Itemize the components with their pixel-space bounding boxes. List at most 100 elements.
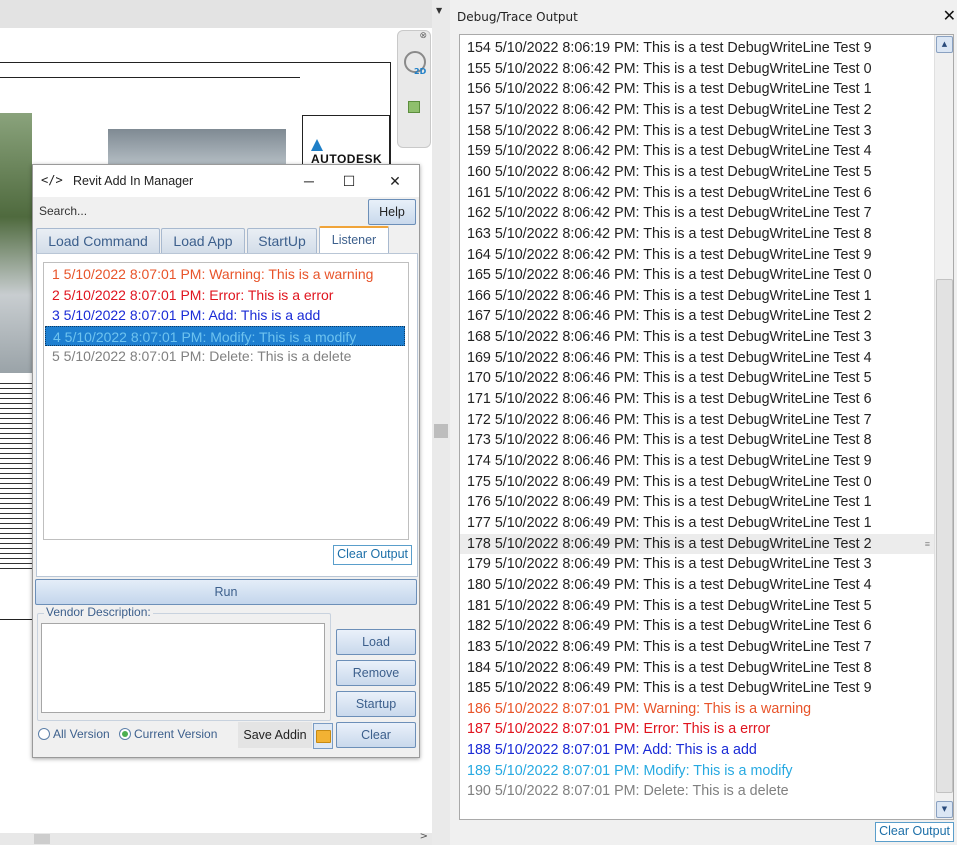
list-item[interactable]: 185 5/10/2022 8:06:49 PM: This is a test… <box>460 678 934 698</box>
list-item[interactable]: 188 5/10/2022 8:07:01 PM: Add: This is a… <box>460 740 934 760</box>
list-item[interactable]: 169 5/10/2022 8:06:46 PM: This is a test… <box>460 348 934 368</box>
help-button[interactable]: Help <box>368 199 416 225</box>
list-item[interactable]: 158 5/10/2022 8:06:42 PM: This is a test… <box>460 121 934 141</box>
list-item-text: 169 5/10/2022 8:06:46 PM: This is a test… <box>467 349 872 366</box>
tab-listener[interactable]: Listener <box>319 226 389 255</box>
list-item[interactable]: 167 5/10/2022 8:06:46 PM: This is a test… <box>460 306 934 326</box>
list-item-text: 181 5/10/2022 8:06:49 PM: This is a test… <box>467 597 872 614</box>
list-item[interactable]: 156 5/10/2022 8:06:42 PM: This is a test… <box>460 79 934 99</box>
maximize-icon[interactable]: ☐ <box>335 169 363 193</box>
list-item[interactable]: 168 5/10/2022 8:06:46 PM: This is a test… <box>460 327 934 347</box>
scrollbar-thumb[interactable] <box>34 834 50 844</box>
scroll-down-icon[interactable]: ▼ <box>936 801 953 818</box>
scrollbar-thumb[interactable] <box>936 279 953 793</box>
close-icon[interactable]: ⊗ <box>419 31 427 41</box>
remove-button[interactable]: Remove <box>336 660 416 686</box>
list-item[interactable]: 182 5/10/2022 8:06:49 PM: This is a test… <box>460 616 934 636</box>
list-item[interactable]: 161 5/10/2022 8:06:42 PM: This is a test… <box>460 183 934 203</box>
list-item[interactable]: 181 5/10/2022 8:06:49 PM: This is a test… <box>460 596 934 616</box>
list-item[interactable]: 162 5/10/2022 8:06:42 PM: This is a test… <box>460 203 934 223</box>
list-item[interactable]: 186 5/10/2022 8:07:01 PM: Warning: This … <box>460 699 934 719</box>
autodesk-logo: AUTODESK <box>311 138 389 166</box>
list-item[interactable]: 166 5/10/2022 8:06:46 PM: This is a test… <box>460 286 934 306</box>
list-item[interactable]: 3 5/10/2022 8:07:01 PM: Add: This is a a… <box>45 305 405 325</box>
list-item-text: 154 5/10/2022 8:06:19 PM: This is a test… <box>467 40 872 56</box>
list-item[interactable]: 173 5/10/2022 8:06:46 PM: This is a test… <box>460 430 934 450</box>
radio-all-version[interactable]: All Version <box>38 727 110 741</box>
close-icon[interactable]: ✕ <box>381 169 409 193</box>
list-item[interactable]: 163 5/10/2022 8:06:42 PM: This is a test… <box>460 224 934 244</box>
list-item-text: 172 5/10/2022 8:06:46 PM: This is a test… <box>467 411 872 428</box>
panel-splitter[interactable]: ▼ <box>432 0 450 845</box>
list-item-text: 168 5/10/2022 8:06:46 PM: This is a test… <box>467 329 872 346</box>
list-item[interactable]: 187 5/10/2022 8:07:01 PM: Error: This is… <box>460 719 934 739</box>
list-item[interactable]: 183 5/10/2022 8:06:49 PM: This is a test… <box>460 637 934 657</box>
tab-load-command[interactable]: Load Command <box>36 228 160 253</box>
listener-tab-panel: 1 5/10/2022 8:07:01 PM: Warning: This is… <box>36 253 418 577</box>
load-button[interactable]: Load <box>336 629 416 655</box>
radio-current-version-circle[interactable] <box>119 728 131 740</box>
save-addin-button[interactable]: Save Addin <box>238 722 312 748</box>
chevron-right-icon[interactable]: > <box>420 831 428 842</box>
list-item[interactable]: 164 5/10/2022 8:06:42 PM: This is a test… <box>460 245 934 265</box>
list-item-text: 174 5/10/2022 8:06:46 PM: This is a test… <box>467 453 872 469</box>
list-item[interactable]: 184 5/10/2022 8:06:49 PM: This is a test… <box>460 658 934 678</box>
radio-current-version[interactable]: Current Version <box>119 727 217 741</box>
list-item-text: 164 5/10/2022 8:06:42 PM: This is a test… <box>467 246 872 263</box>
startup-button[interactable]: Startup <box>336 691 416 717</box>
list-item[interactable]: 4 5/10/2022 8:07:01 PM: Modify: This is … <box>45 325 405 346</box>
zoom-icon[interactable] <box>408 101 420 113</box>
navigation-bar[interactable]: ⊗ 2D <box>397 30 431 148</box>
list-item[interactable]: 157 5/10/2022 8:06:42 PM: This is a test… <box>460 100 934 120</box>
list-item[interactable]: 189 5/10/2022 8:07:01 PM: Modify: This i… <box>460 761 934 781</box>
list-item[interactable]: 177 5/10/2022 8:06:49 PM: This is a test… <box>460 513 934 533</box>
tab-load-app[interactable]: Load App <box>161 228 245 253</box>
list-item[interactable]: 172 5/10/2022 8:06:46 PM: This is a test… <box>460 410 934 430</box>
clear-button[interactable]: Clear <box>336 722 416 748</box>
vendor-description-field[interactable] <box>41 623 325 713</box>
rendering-image-left <box>0 113 32 373</box>
list-item[interactable]: 159 5/10/2022 8:06:42 PM: This is a test… <box>460 141 934 161</box>
clear-output-button[interactable]: Clear Output <box>875 822 954 842</box>
list-item[interactable]: 160 5/10/2022 8:06:42 PM: This is a test… <box>460 162 934 182</box>
list-item-text: 157 5/10/2022 8:06:42 PM: This is a test… <box>467 101 872 118</box>
list-item[interactable]: 170 5/10/2022 8:06:46 PM: This is a test… <box>460 368 934 388</box>
list-item[interactable]: 174 5/10/2022 8:06:46 PM: This is a test… <box>460 451 934 471</box>
search-input[interactable] <box>37 201 366 221</box>
minimize-icon[interactable]: ─ <box>295 169 323 193</box>
code-icon: </> <box>41 173 63 187</box>
close-icon[interactable]: ✕ <box>943 6 956 25</box>
radio-all-version-circle[interactable] <box>38 728 50 740</box>
list-item-text: 178 5/10/2022 8:06:49 PM: This is a test… <box>467 535 872 552</box>
list-item[interactable]: 1 5/10/2022 8:07:01 PM: Warning: This is… <box>45 264 405 284</box>
list-item[interactable]: 171 5/10/2022 8:06:46 PM: This is a test… <box>460 389 934 409</box>
browse-folder-button[interactable] <box>313 723 333 749</box>
list-item[interactable]: 2 5/10/2022 8:07:01 PM: Error: This is a… <box>45 285 405 305</box>
run-button[interactable]: Run <box>35 579 417 605</box>
list-item[interactable]: 176 5/10/2022 8:06:49 PM: This is a test… <box>460 492 934 512</box>
list-item-text: 166 5/10/2022 8:06:46 PM: This is a test… <box>467 287 872 304</box>
debug-output-list[interactable]: ▲ ▼ 154 5/10/2022 8:06:19 PM: This is a … <box>459 34 954 820</box>
tab-startup[interactable]: StartUp <box>247 228 317 253</box>
list-item[interactable]: 165 5/10/2022 8:06:46 PM: This is a test… <box>460 265 934 285</box>
list-item[interactable]: 190 5/10/2022 8:07:01 PM: Delete: This i… <box>460 781 934 801</box>
radio-current-version-label: Current Version <box>134 727 218 741</box>
list-item[interactable]: 154 5/10/2022 8:06:19 PM: This is a test… <box>460 38 934 58</box>
list-item-text: 158 5/10/2022 8:06:42 PM: This is a test… <box>467 122 872 139</box>
list-item[interactable]: 180 5/10/2022 8:06:49 PM: This is a test… <box>460 575 934 595</box>
window-titlebar[interactable]: </> Revit Add In Manager ─ ☐ ✕ <box>33 165 419 197</box>
radio-all-version-label: All Version <box>53 727 110 741</box>
splitter-grip[interactable] <box>434 424 448 438</box>
list-item[interactable]: 155 5/10/2022 8:06:42 PM: This is a test… <box>460 59 934 79</box>
list-item[interactable]: 178 5/10/2022 8:06:49 PM: This is a test… <box>460 533 934 554</box>
clear-output-button[interactable]: Clear Output <box>333 545 412 565</box>
list-item[interactable]: 179 5/10/2022 8:06:49 PM: This is a test… <box>460 554 934 574</box>
scroll-up-icon[interactable]: ▲ <box>936 36 953 53</box>
list-item[interactable]: 5 5/10/2022 8:07:01 PM: Delete: This is … <box>45 346 405 366</box>
listener-log-list[interactable]: 1 5/10/2022 8:07:01 PM: Warning: This is… <box>43 262 409 540</box>
dropdown-arrow-icon[interactable]: ▼ <box>436 6 442 15</box>
list-item-text: 186 5/10/2022 8:07:01 PM: Warning: This … <box>467 700 812 717</box>
horizontal-scrollbar[interactable]: > <box>0 831 432 845</box>
list-item[interactable]: 175 5/10/2022 8:06:49 PM: This is a test… <box>460 472 934 492</box>
vertical-scrollbar[interactable]: ▲ ▼ <box>934 35 953 819</box>
